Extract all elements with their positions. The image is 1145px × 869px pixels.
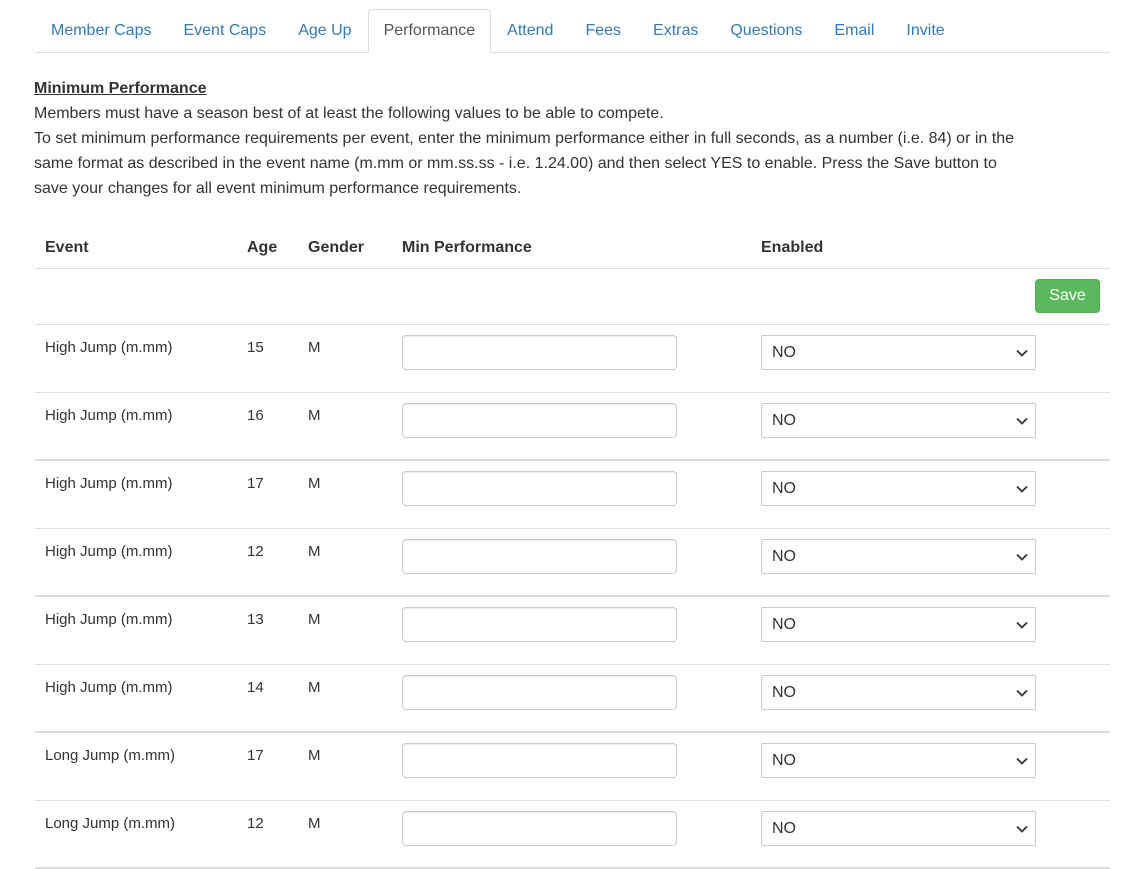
enabled-select[interactable]: NO [761, 743, 1036, 778]
enabled-select[interactable]: NO [761, 811, 1036, 846]
enabled-select-value: NO [772, 820, 796, 837]
enabled-select-value: NO [772, 616, 796, 633]
age-cell: 14 [247, 679, 264, 696]
save-button[interactable]: Save [1035, 279, 1100, 313]
tab-fees[interactable]: Fees [569, 9, 637, 52]
age-cell: 12 [247, 543, 264, 560]
event-cell: High Jump (m.mm) [45, 611, 173, 628]
chevron-down-icon [1016, 757, 1028, 765]
tab-extras[interactable]: Extras [637, 9, 714, 52]
gender-cell: M [308, 407, 321, 424]
section-heading: Minimum Performance [34, 80, 207, 97]
tab-member-caps[interactable]: Member Caps [35, 9, 167, 52]
chevron-down-icon [1016, 553, 1028, 561]
event-cell: High Jump (m.mm) [45, 543, 173, 560]
min-performance-input[interactable] [402, 539, 677, 574]
save-row: Save [35, 269, 1110, 325]
min-performance-input[interactable] [402, 607, 677, 642]
chevron-down-icon [1016, 485, 1028, 493]
enabled-select[interactable]: NO [761, 539, 1036, 574]
age-cell: 15 [247, 339, 264, 356]
enabled-select[interactable]: NO [761, 335, 1036, 370]
age-cell: 16 [247, 407, 264, 424]
min-performance-input[interactable] [402, 403, 677, 438]
page: Member Caps Event Caps Age Up Performanc… [0, 0, 1145, 869]
tab-event-caps[interactable]: Event Caps [167, 9, 282, 52]
header-event: Event [45, 239, 89, 256]
tab-questions[interactable]: Questions [714, 9, 818, 52]
header-enabled: Enabled [761, 239, 824, 256]
table-row: High Jump (m.mm) 12 M NO [35, 529, 1110, 597]
performance-table: Event Age Gender Min Performance Enabled… [35, 226, 1110, 869]
intro-text-line2: To set minimum performance requirements … [34, 130, 1014, 197]
gender-cell: M [308, 747, 321, 764]
table-row: High Jump (m.mm) 13 M NO [35, 597, 1110, 665]
table-row: High Jump (m.mm) 15 M NO [35, 325, 1110, 393]
gender-cell: M [308, 475, 321, 492]
enabled-select[interactable]: NO [761, 675, 1036, 710]
header-min-performance: Min Performance [402, 239, 532, 256]
table-row: High Jump (m.mm) 16 M NO [35, 393, 1110, 461]
event-cell: High Jump (m.mm) [45, 339, 173, 356]
table-row: High Jump (m.mm) 17 M NO [35, 461, 1110, 529]
enabled-select[interactable]: NO [761, 471, 1036, 506]
tab-bar: Member Caps Event Caps Age Up Performanc… [35, 9, 1110, 53]
tab-email[interactable]: Email [818, 9, 890, 52]
enabled-select-value: NO [772, 480, 796, 497]
min-performance-input[interactable] [402, 675, 677, 710]
chevron-down-icon [1016, 349, 1028, 357]
chevron-down-icon [1016, 417, 1028, 425]
event-cell: High Jump (m.mm) [45, 407, 173, 424]
age-cell: 13 [247, 611, 264, 628]
enabled-select[interactable]: NO [761, 403, 1036, 438]
chevron-down-icon [1016, 621, 1028, 629]
min-performance-input[interactable] [402, 811, 677, 846]
table-row: High Jump (m.mm) 14 M NO [35, 665, 1110, 733]
table-body: High Jump (m.mm) 15 M NO High Jump (m.mm) 16 M… [35, 325, 1110, 869]
min-performance-input[interactable] [402, 471, 677, 506]
header-gender: Gender [308, 239, 365, 256]
chevron-down-icon [1016, 825, 1028, 833]
tab-invite[interactable]: Invite [890, 9, 960, 52]
event-cell: Long Jump (m.mm) [45, 815, 176, 832]
chevron-down-icon [1016, 689, 1028, 697]
gender-cell: M [308, 339, 321, 356]
gender-cell: M [308, 679, 321, 696]
event-cell: Long Jump (m.mm) [45, 747, 176, 764]
age-cell: 12 [247, 815, 264, 832]
enabled-select-value: NO [772, 344, 796, 361]
table-row: Long Jump (m.mm) 12 M NO [35, 801, 1110, 869]
enabled-select[interactable]: NO [761, 607, 1036, 642]
tab-age-up[interactable]: Age Up [282, 9, 367, 52]
event-cell: High Jump (m.mm) [45, 475, 173, 492]
min-performance-input[interactable] [402, 743, 677, 778]
gender-cell: M [308, 815, 321, 832]
min-performance-input[interactable] [402, 335, 677, 370]
tab-attend[interactable]: Attend [491, 9, 569, 52]
enabled-select-value: NO [772, 752, 796, 769]
enabled-select-value: NO [772, 684, 796, 701]
gender-cell: M [308, 611, 321, 628]
enabled-select-value: NO [772, 548, 796, 565]
event-cell: High Jump (m.mm) [45, 679, 173, 696]
intro-section: Minimum Performance Members must have a … [34, 77, 1024, 201]
tab-performance[interactable]: Performance [367, 9, 492, 53]
intro-text-line1: Members must have a season best of at le… [34, 105, 664, 122]
enabled-select-value: NO [772, 412, 796, 429]
age-cell: 17 [247, 747, 264, 764]
age-cell: 17 [247, 475, 264, 492]
header-age: Age [247, 239, 278, 256]
table-row: Long Jump (m.mm) 17 M NO [35, 733, 1110, 801]
gender-cell: M [308, 543, 321, 560]
table-header: Event Age Gender Min Performance Enabled [35, 226, 1110, 269]
